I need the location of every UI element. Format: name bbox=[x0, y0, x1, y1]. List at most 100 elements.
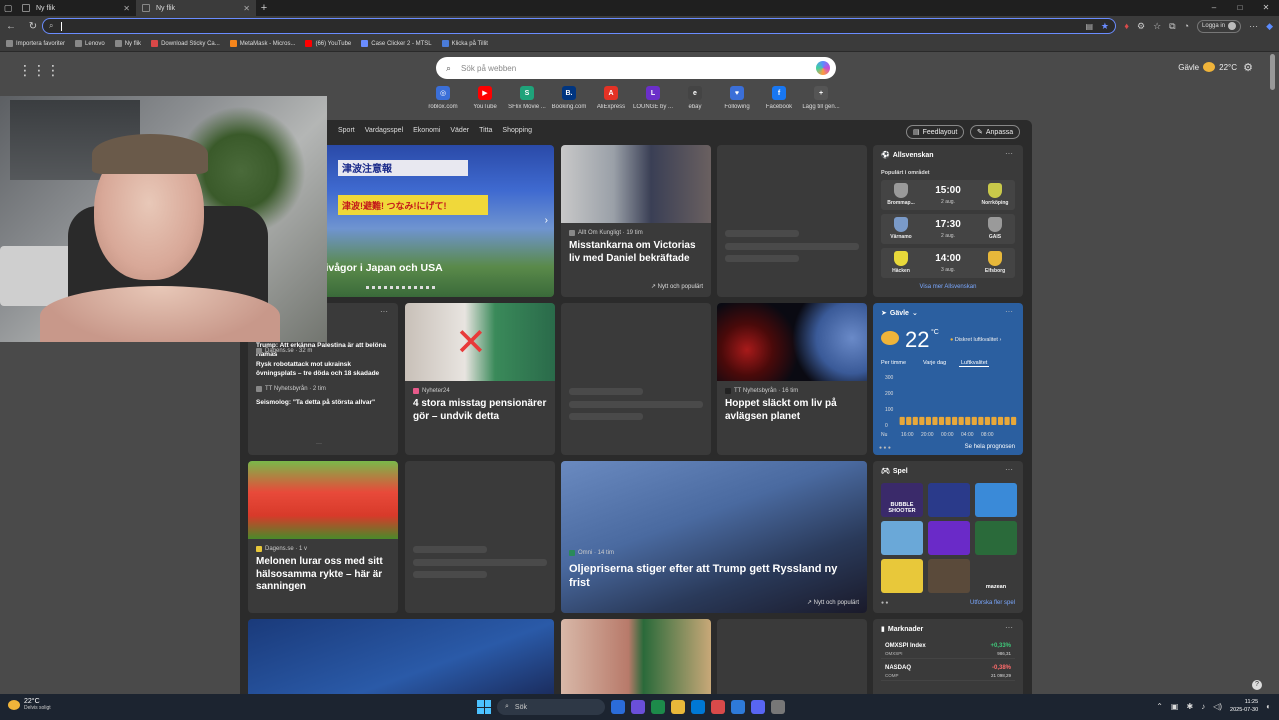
news-card-oil[interactable]: Omni · 14 tim Oljepriserna stiger efter … bbox=[561, 461, 867, 613]
bookmark-item[interactable]: MetaMask - Micros... bbox=[229, 40, 295, 47]
extensions-icon[interactable]: ⚙ bbox=[1137, 21, 1145, 32]
weather-tab[interactable]: Varje dag bbox=[923, 360, 946, 366]
game-tile[interactable] bbox=[928, 559, 970, 593]
app-launcher-icon[interactable]: ⋮⋮⋮ bbox=[18, 62, 60, 79]
match-row[interactable]: Häcken Elfsborg 14:00 3 aug. bbox=[881, 248, 1015, 278]
refresh-icon[interactable]: ↻ bbox=[22, 21, 44, 32]
taskbar-weather[interactable]: 22°C Delvis soligt bbox=[8, 698, 51, 711]
weather-tab[interactable]: Per timme bbox=[881, 360, 906, 366]
news-card-bottom[interactable] bbox=[561, 619, 711, 694]
quick-link[interactable]: ◎ roblox.com bbox=[422, 86, 464, 110]
weather-summary[interactable]: Gävle 22°C bbox=[1178, 62, 1237, 72]
games-widget[interactable]: 🎮︎ Spel ··· BUBBLE SHOOTER mazean ● ● Utf… bbox=[873, 461, 1023, 613]
tab-2[interactable]: Ny flik ✕ bbox=[136, 0, 256, 16]
microphone-icon[interactable]: ♪ bbox=[1201, 702, 1205, 711]
game-tile[interactable] bbox=[928, 483, 970, 517]
close-tab-icon[interactable]: ✕ bbox=[123, 4, 130, 13]
bluetooth-icon[interactable]: ✱ bbox=[1186, 702, 1193, 711]
category-tab[interactable]: Vardagsspel bbox=[365, 127, 403, 134]
close-tab-icon[interactable]: ✕ bbox=[243, 4, 250, 13]
chevron-up-icon[interactable]: ⌃ bbox=[1156, 702, 1163, 711]
game-tile[interactable] bbox=[975, 521, 1017, 555]
market-row[interactable]: NASDAQ COMP -0,38% 21 098,29 bbox=[881, 663, 1015, 681]
forecast-link[interactable]: Se hela prognosen bbox=[965, 444, 1015, 450]
close-window-button[interactable]: ✕ bbox=[1253, 0, 1279, 16]
volume-icon[interactable]: ◁) bbox=[1213, 702, 1222, 711]
allsvenskan-widget[interactable]: ⚽ Allsvenskan ··· Populärt i området Vis… bbox=[873, 145, 1023, 297]
game-tile[interactable] bbox=[881, 559, 923, 593]
back-icon[interactable]: ← bbox=[0, 21, 22, 32]
markets-widget[interactable]: ▮ Marknader ··· OMXSPI Index OMXSPI +0,33%… bbox=[873, 619, 1023, 694]
pager-dots[interactable]: ● ● bbox=[881, 600, 888, 606]
taskbar-app-icon[interactable] bbox=[631, 700, 645, 714]
bookmark-item[interactable]: (66) YouTube bbox=[305, 40, 351, 47]
news-card-bottom[interactable] bbox=[248, 619, 554, 694]
feedlayout-button[interactable]: ▤ Feedlayout bbox=[906, 125, 965, 139]
settings-gear-icon[interactable]: ⚙ bbox=[1243, 61, 1253, 74]
category-tab[interactable]: Väder bbox=[450, 127, 469, 134]
see-more-link[interactable]: Visa mer Allsvenskan bbox=[873, 284, 1023, 290]
quick-link[interactable]: ♥ Following bbox=[716, 86, 758, 110]
new-tab-button[interactable]: + bbox=[256, 2, 272, 14]
match-row[interactable]: Värnamo GAIS 17:30 2 aug. bbox=[881, 214, 1015, 244]
favorite-star-icon[interactable]: ★ bbox=[1101, 21, 1109, 32]
quick-link[interactable]: + Lägg till gen... bbox=[800, 86, 842, 110]
pager-dots[interactable]: ● ● ● bbox=[879, 445, 891, 451]
taskbar-app-icon[interactable] bbox=[671, 700, 685, 714]
weather-tab[interactable]: Luftkvalitet bbox=[959, 360, 990, 367]
taskbar-app-icon[interactable] bbox=[731, 700, 745, 714]
help-icon[interactable]: ? bbox=[1252, 680, 1262, 690]
chevron-down-icon[interactable]: ⌄ bbox=[912, 309, 918, 317]
taskbar-search[interactable]: ⌕ Sök bbox=[497, 699, 605, 715]
category-tab[interactable]: Titta bbox=[479, 127, 492, 134]
news-card-melon[interactable]: Dagens.se · 1 v Melonen lurar oss med si… bbox=[248, 461, 398, 613]
quick-link[interactable]: L LOUNGE by ... bbox=[632, 86, 674, 110]
bookmark-item[interactable]: Importera favoriter bbox=[6, 40, 65, 47]
market-row[interactable]: OMXSPI Index OMXSPI +0,33% 986,31 bbox=[881, 641, 1015, 659]
taskbar-app-icon[interactable] bbox=[691, 700, 705, 714]
notifications-icon[interactable]: ◐ bbox=[1266, 702, 1271, 711]
bookmark-item[interactable]: Ny flik bbox=[114, 40, 141, 47]
clock[interactable]: 11:25 2025-07-30 bbox=[1230, 698, 1258, 714]
game-tile[interactable]: mazean bbox=[975, 559, 1017, 593]
match-row[interactable]: Brommap... Norrköping 15:00 2 aug. bbox=[881, 180, 1015, 210]
air-quality-label[interactable]: ● Diskret luftkvalitet › bbox=[950, 337, 1001, 343]
quick-link[interactable]: B. Booking.com bbox=[548, 86, 590, 110]
pager-dots[interactable]: ··· bbox=[316, 441, 322, 447]
taskbar-app-icon[interactable] bbox=[751, 700, 765, 714]
bookmark-item[interactable]: Klicka på Tillit bbox=[441, 40, 488, 47]
bookmark-item[interactable]: Lenovo bbox=[75, 40, 105, 47]
taskbar-app-icon[interactable] bbox=[771, 700, 785, 714]
more-options-icon[interactable]: ··· bbox=[1005, 307, 1013, 316]
collections-icon[interactable]: ⧉ bbox=[1169, 21, 1175, 32]
list-item[interactable]: Rysk robotattack mot ukrainsk övningspla… bbox=[256, 360, 390, 378]
minimize-button[interactable]: – bbox=[1201, 0, 1227, 16]
bookmark-item[interactable]: Download Sticky Ca... bbox=[151, 40, 220, 47]
taskbar-app-icon[interactable] bbox=[711, 700, 725, 714]
web-search-box[interactable]: ⌕ Sök på webben bbox=[436, 57, 836, 79]
news-card-planet[interactable]: TT Nyhetsbyrån · 16 tim Hoppet släckt om… bbox=[717, 303, 867, 455]
game-tile[interactable] bbox=[881, 521, 923, 555]
more-options-icon[interactable]: ··· bbox=[1005, 149, 1013, 158]
customize-button[interactable]: ✎ Anpassa bbox=[970, 125, 1021, 139]
game-tile[interactable] bbox=[928, 521, 970, 555]
quick-link[interactable]: A AliExpress bbox=[590, 86, 632, 110]
category-tab[interactable]: Shopping bbox=[502, 127, 532, 134]
scrollbar[interactable] bbox=[1270, 54, 1275, 90]
more-menu-icon[interactable]: ··· bbox=[1249, 21, 1258, 31]
wifi-icon[interactable]: ◔ bbox=[1184, 21, 1189, 31]
explore-games-link[interactable]: Utforska fler spel bbox=[970, 600, 1015, 606]
tab-actions-icon[interactable]: ▢ bbox=[0, 0, 16, 16]
more-options-icon[interactable]: ··· bbox=[380, 307, 388, 316]
chevron-right-icon[interactable]: › bbox=[545, 215, 548, 226]
copilot-icon[interactable]: ◆ bbox=[1266, 21, 1273, 32]
windows-start-icon[interactable] bbox=[477, 700, 491, 714]
list-item[interactable]: Seismolog: "Ta detta på största allvar" bbox=[256, 398, 390, 407]
more-options-icon[interactable]: ··· bbox=[1005, 623, 1013, 632]
quick-link[interactable]: e ebay bbox=[674, 86, 716, 110]
taskbar-app-icon[interactable] bbox=[651, 700, 665, 714]
quick-link[interactable]: f Facebook bbox=[758, 86, 800, 110]
quick-link[interactable]: S SFlix Movie ... bbox=[506, 86, 548, 110]
news-card-pension[interactable]: ✕ Nyheter24 4 stora misstag pensionärer … bbox=[405, 303, 555, 455]
tray-app-icon[interactable]: ▣ bbox=[1171, 702, 1179, 711]
